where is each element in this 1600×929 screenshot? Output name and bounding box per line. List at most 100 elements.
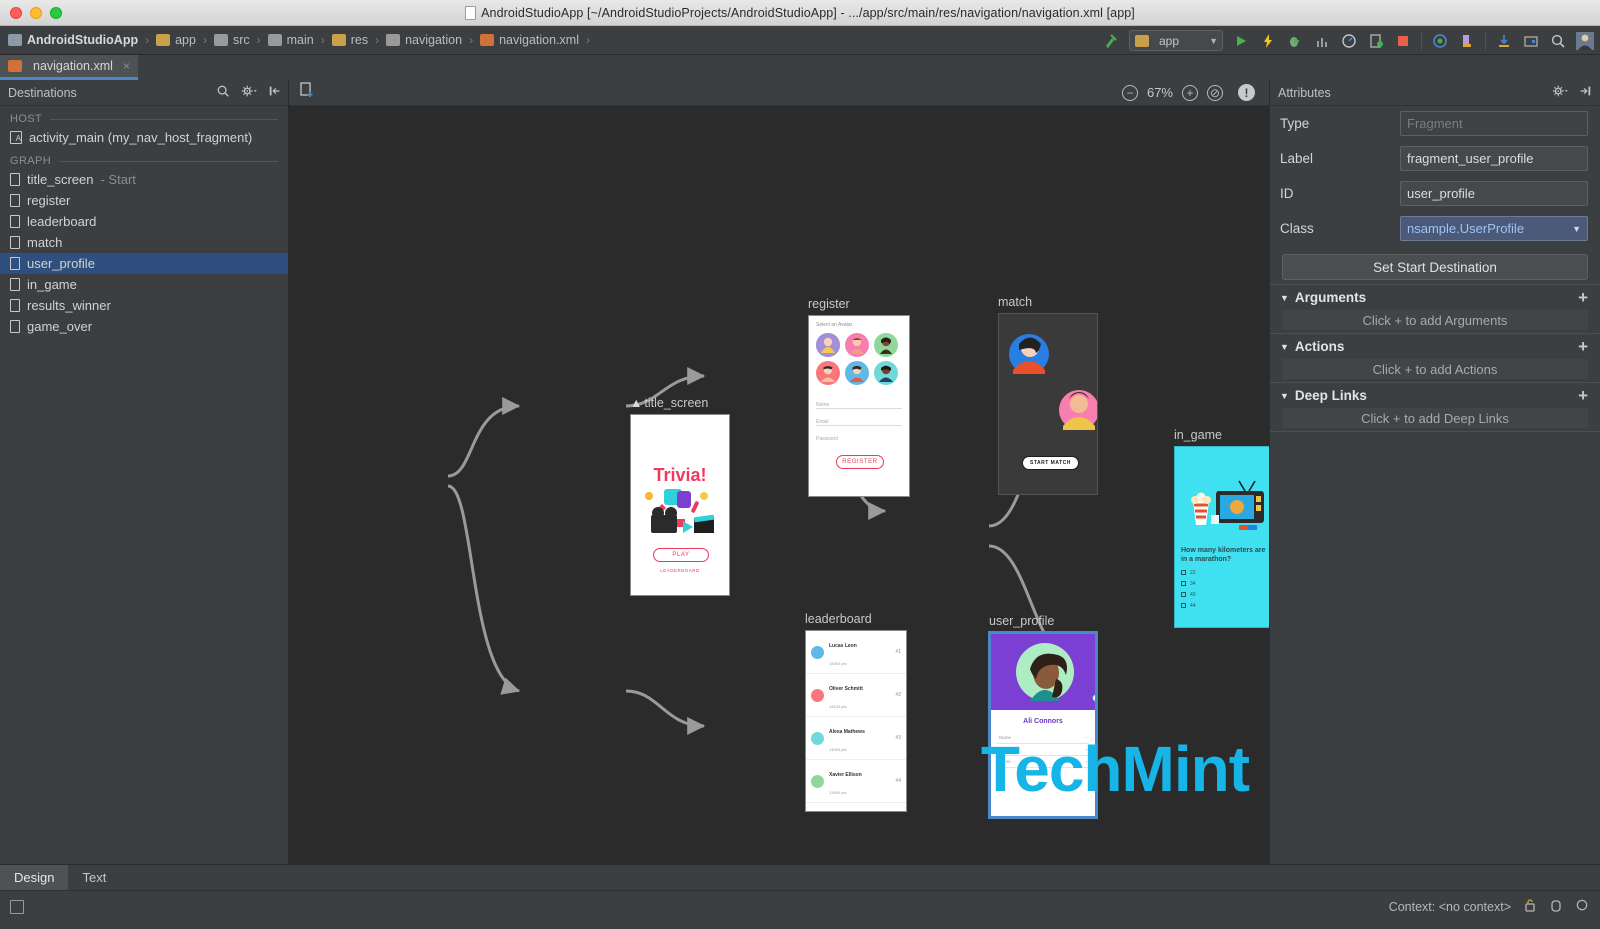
breadcrumb-item-app[interactable]: app › <box>156 33 214 47</box>
apply-changes-icon[interactable] <box>1259 32 1277 50</box>
collapse-icon[interactable] <box>268 84 282 101</box>
issue-panel-button[interactable]: ! <box>1238 84 1255 101</box>
graph-node-match[interactable]: match VS START MATCH <box>998 295 1098 495</box>
node-preview-match[interactable]: VS START MATCH <box>998 313 1098 495</box>
graph-canvas[interactable]: ▲ title_screen Trivia! PLAY LEADERBOARD … <box>289 106 1269 864</box>
leaderboard-row[interactable]: Alexa Mathews 14000 pts #3 <box>806 717 906 760</box>
sidebar-item-register[interactable]: register <box>0 190 288 211</box>
sidebar-item-title-screen[interactable]: title_screen - Start <box>0 169 288 190</box>
sidebar-item-activity-main[interactable]: A activity_main (my_nav_host_fragment) <box>0 127 288 148</box>
leaderboard-row[interactable]: Oliver Schmitt 14100 pts #2 <box>806 674 906 717</box>
breadcrumb-item-res[interactable]: res › <box>331 33 386 47</box>
node-preview-register[interactable]: Select an Avatar Name Email Password REG… <box>808 315 910 497</box>
node-preview-leaderboard[interactable]: Lucas Leon 14200 pts #1 Oliver Schmitt 1… <box>805 630 907 812</box>
answer-option[interactable]: 40 <box>1181 592 1268 598</box>
download-icon[interactable] <box>1495 32 1513 50</box>
graph-node-leaderboard[interactable]: leaderboard Lucas Leon 14200 pts #1 Oliv… <box>805 612 907 812</box>
sidebar-item-leaderboard[interactable]: leaderboard <box>0 211 288 232</box>
profile-icon[interactable] <box>1340 32 1358 50</box>
zoom-fit-button[interactable]: ⊘ <box>1207 84 1223 101</box>
action-handle[interactable] <box>1092 694 1095 702</box>
search-everywhere-icon[interactable] <box>1575 898 1590 916</box>
register-button[interactable]: REGISTER <box>836 455 884 469</box>
run-icon[interactable] <box>1232 32 1250 50</box>
avatar-option[interactable] <box>816 333 840 357</box>
leaderboard-link[interactable]: LEADERBOARD <box>631 568 729 573</box>
avd-manager-icon[interactable] <box>1431 32 1449 50</box>
avatar-option[interactable] <box>845 361 869 385</box>
run-configuration-selector[interactable]: app ▼ <box>1129 30 1223 51</box>
breadcrumb-item-src[interactable]: src › <box>213 33 268 47</box>
node-preview-in-game[interactable]: How many kilometers are in a marathon? 2… <box>1174 446 1269 628</box>
register-email-field[interactable]: Email <box>816 415 902 426</box>
close-icon[interactable]: × <box>123 59 130 73</box>
graph-node-in-game[interactable]: in_game How many kilometers are in a mar… <box>1174 428 1269 628</box>
memory-icon[interactable] <box>1549 898 1563 916</box>
avatar-option[interactable] <box>874 333 898 357</box>
gear-icon[interactable] <box>1552 84 1568 101</box>
avatar-option[interactable] <box>816 361 840 385</box>
zoom-out-button[interactable]: − <box>1121 84 1138 101</box>
checkbox-icon[interactable] <box>1181 581 1186 587</box>
add-action-button[interactable]: + <box>1578 338 1588 355</box>
project-structure-icon[interactable] <box>1522 32 1540 50</box>
leaderboard-row[interactable]: Xavier Ellison 13900 pts #4 <box>806 760 906 803</box>
sidebar-item-match[interactable]: match <box>0 232 288 253</box>
add-argument-button[interactable]: + <box>1578 289 1588 306</box>
section-header-arguments[interactable]: ▼ Arguments + <box>1270 284 1600 310</box>
leaderboard-row[interactable]: Jonathan Walton 13800 pts #5 <box>806 803 906 811</box>
sidebar-item-game-over[interactable]: game_over <box>0 316 288 337</box>
lock-icon[interactable] <box>1523 898 1537 916</box>
breadcrumb-item-main[interactable]: main › <box>267 33 332 47</box>
stop-icon[interactable] <box>1394 32 1412 50</box>
avatar-option[interactable] <box>874 361 898 385</box>
search-icon[interactable] <box>216 84 230 101</box>
section-header-actions[interactable]: ▼ Actions + <box>1270 333 1600 359</box>
answer-option[interactable]: 44 <box>1181 603 1268 609</box>
avatar-option[interactable] <box>845 333 869 357</box>
collapse-right-icon[interactable] <box>1578 84 1592 101</box>
checkbox-icon[interactable] <box>1181 570 1186 576</box>
start-match-button[interactable]: START MATCH <box>1022 456 1079 470</box>
set-start-destination-button[interactable]: Set Start Destination <box>1282 254 1588 280</box>
sidebar-item-user-profile[interactable]: user_profile <box>0 253 288 274</box>
checkbox-icon[interactable] <box>1181 603 1186 609</box>
new-destination-icon[interactable] <box>299 82 315 103</box>
graph-node-register[interactable]: register Select an Avatar Name Email Pas… <box>808 297 910 497</box>
build-hammer-icon[interactable] <box>1102 32 1120 50</box>
answer-option[interactable]: 34 <box>1181 581 1268 587</box>
node-preview-title-screen[interactable]: Trivia! PLAY LEADERBOARD <box>630 414 730 596</box>
breadcrumb-item-navigation[interactable]: navigation › <box>386 33 480 47</box>
analyze-icon[interactable] <box>1313 32 1331 50</box>
search-icon[interactable] <box>1549 32 1567 50</box>
id-field[interactable]: user_profile <box>1400 181 1588 206</box>
sidebar-item-results-winner[interactable]: results_winner <box>0 295 288 316</box>
checkbox-icon[interactable] <box>1181 592 1186 598</box>
navigation-design-surface[interactable]: − 67% + ⊘ ! ▲ title_screen Trivia! PLAY … <box>289 80 1269 864</box>
section-header-deep-links[interactable]: ▼ Deep Links + <box>1270 382 1600 408</box>
breadcrumb-item-project[interactable]: AndroidStudioApp › <box>8 33 156 47</box>
graph-node-title-screen[interactable]: ▲ title_screen Trivia! PLAY LEADERBOARD <box>630 396 730 596</box>
register-password-field[interactable]: Password <box>816 432 902 443</box>
deep-links-empty-text[interactable]: Click + to add Deep Links <box>1282 408 1588 428</box>
actions-empty-text[interactable]: Click + to add Actions <box>1282 359 1588 379</box>
zoom-controls[interactable]: − 67% + ⊘ <box>1121 84 1223 101</box>
sdk-manager-icon[interactable] <box>1458 32 1476 50</box>
answer-option[interactable]: 22 <box>1181 570 1268 576</box>
gear-icon[interactable] <box>241 84 257 101</box>
leaderboard-row[interactable]: Lucas Leon 14200 pts #1 <box>806 631 906 674</box>
avatar-icon[interactable] <box>1576 31 1594 50</box>
register-name-field[interactable]: Name <box>816 398 902 409</box>
device-file-icon[interactable] <box>1367 32 1385 50</box>
zoom-in-button[interactable]: + <box>1182 84 1198 101</box>
tab-design[interactable]: Design <box>0 865 69 890</box>
editor-tab-navigation-xml[interactable]: navigation.xml × <box>0 55 138 80</box>
add-deep-link-button[interactable]: + <box>1578 387 1588 404</box>
debug-icon[interactable] <box>1286 32 1304 50</box>
arguments-empty-text[interactable]: Click + to add Arguments <box>1282 310 1588 330</box>
play-button[interactable]: PLAY <box>653 548 709 562</box>
sidebar-item-in-game[interactable]: in_game <box>0 274 288 295</box>
tab-text[interactable]: Text <box>68 865 120 890</box>
toggle-tool-windows-icon[interactable] <box>10 899 24 914</box>
breadcrumb-item-file[interactable]: navigation.xml › <box>480 33 597 47</box>
